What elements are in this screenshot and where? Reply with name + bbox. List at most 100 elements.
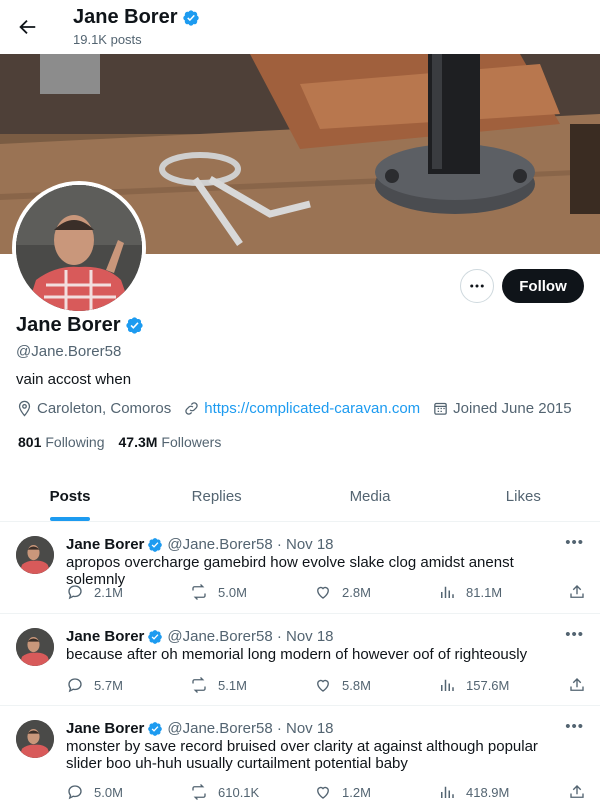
tab-posts[interactable]: Posts bbox=[0, 472, 140, 521]
profile-meta: Caroleton, Comoros https://complicated-c… bbox=[16, 400, 584, 417]
tweet-actions: 5.0M 610.1K 1.2M 418.9M bbox=[66, 783, 586, 800]
calendar-icon bbox=[434, 402, 447, 415]
following-count: 801 bbox=[18, 434, 42, 450]
tweet-header: Jane Borer @Jane.Borer58 · Nov 18 bbox=[66, 720, 334, 737]
like-button[interactable]: 2.8M bbox=[314, 583, 438, 601]
reply-count: 5.0M bbox=[94, 784, 123, 800]
tweet-avatar[interactable] bbox=[16, 628, 54, 666]
like-button[interactable]: 1.2M bbox=[314, 783, 438, 800]
views-count: 157.6M bbox=[466, 677, 510, 693]
header-name: Jane Borer bbox=[73, 6, 178, 28]
reply-icon bbox=[68, 678, 82, 693]
tweet-meta: @Jane.Borer58 · Nov 18 bbox=[167, 536, 334, 553]
tweet[interactable]: Jane Borer @Jane.Borer58 · Nov 18 ••• ap… bbox=[0, 522, 600, 614]
profile-name-row: Jane Borer bbox=[16, 314, 144, 337]
following-link[interactable]: 801 Following bbox=[18, 434, 105, 450]
like-icon bbox=[317, 679, 329, 692]
tweet-avatar[interactable] bbox=[16, 536, 54, 574]
reply-icon bbox=[68, 585, 82, 600]
top-bar: Jane Borer 19.1K posts bbox=[0, 0, 600, 54]
repost-count: 610.1K bbox=[218, 784, 260, 800]
more-icon[interactable]: ••• bbox=[565, 718, 584, 735]
verified-badge-icon bbox=[147, 629, 163, 645]
reply-button[interactable]: 5.0M bbox=[66, 783, 190, 800]
tweet-author[interactable]: Jane Borer bbox=[66, 536, 144, 553]
profile-handle: @Jane.Borer58 bbox=[16, 343, 122, 360]
repost-count: 5.0M bbox=[218, 584, 247, 600]
views-button[interactable]: 157.6M bbox=[438, 676, 562, 694]
post-count: 19.1K posts bbox=[73, 32, 142, 47]
like-count: 5.8M bbox=[342, 677, 371, 693]
tweet-author[interactable]: Jane Borer bbox=[66, 628, 144, 645]
verified-badge-icon bbox=[147, 721, 163, 737]
profile-name: Jane Borer bbox=[16, 314, 121, 336]
tab-replies[interactable]: Replies bbox=[140, 472, 293, 521]
views-count: 418.9M bbox=[466, 784, 510, 800]
tweet-text: because after oh memorial long modern of… bbox=[66, 646, 528, 663]
location-text: Caroleton, Comoros bbox=[37, 400, 172, 417]
joined-item: Joined June 2015 bbox=[432, 400, 572, 417]
profile-avatar[interactable] bbox=[12, 181, 146, 315]
share-icon[interactable] bbox=[568, 676, 586, 694]
like-count: 2.8M bbox=[342, 584, 371, 600]
views-icon bbox=[441, 679, 454, 691]
reply-button[interactable]: 5.7M bbox=[66, 676, 190, 694]
more-icon[interactable]: ••• bbox=[565, 626, 584, 643]
views-icon bbox=[441, 786, 454, 798]
reply-count: 2.1M bbox=[94, 584, 123, 600]
tab-likes-label: Likes bbox=[505, 488, 541, 505]
share-icon[interactable] bbox=[568, 583, 586, 601]
link-icon bbox=[185, 402, 198, 415]
tab-media[interactable]: Media bbox=[293, 472, 446, 521]
tweet-header: Jane Borer @Jane.Borer58 · Nov 18 bbox=[66, 536, 334, 553]
repost-button[interactable]: 5.1M bbox=[190, 676, 314, 694]
repost-button[interactable]: 5.0M bbox=[190, 583, 314, 601]
repost-icon bbox=[192, 677, 206, 693]
header-title: Jane Borer bbox=[73, 6, 200, 29]
location-item: Caroleton, Comoros bbox=[16, 400, 171, 417]
tweet-text: monster by save record bruised over clar… bbox=[66, 738, 538, 772]
tab-media-label: Media bbox=[349, 488, 391, 505]
tweet-author[interactable]: Jane Borer bbox=[66, 720, 144, 737]
views-button[interactable]: 418.9M bbox=[438, 783, 562, 800]
reply-icon bbox=[68, 785, 82, 800]
tab-likes[interactable]: Likes bbox=[447, 472, 600, 521]
profile-bio: vain accost when bbox=[16, 371, 132, 388]
views-icon bbox=[441, 586, 454, 598]
more-icon[interactable]: ••• bbox=[565, 534, 584, 551]
tweet-actions: 2.1M 5.0M 2.8M 81.1M bbox=[66, 583, 586, 601]
active-tab-indicator bbox=[50, 517, 90, 521]
joined-text: Joined June 2015 bbox=[453, 400, 572, 417]
like-button[interactable]: 5.8M bbox=[314, 676, 438, 694]
more-options-button[interactable] bbox=[460, 269, 494, 303]
tweet[interactable]: Jane Borer @Jane.Borer58 · Nov 18 ••• mo… bbox=[0, 706, 600, 800]
repost-count: 5.1M bbox=[218, 677, 247, 693]
tweet[interactable]: Jane Borer @Jane.Borer58 · Nov 18 ••• be… bbox=[0, 614, 600, 706]
follow-button[interactable]: Follow bbox=[502, 269, 584, 303]
website-item: https://complicated-caravan.com bbox=[183, 400, 420, 417]
reply-count: 5.7M bbox=[94, 677, 123, 693]
profile-tabs: Posts Replies Media Likes bbox=[0, 472, 600, 522]
verified-badge-icon bbox=[147, 537, 163, 553]
like-icon bbox=[317, 586, 329, 599]
share-icon[interactable] bbox=[568, 783, 586, 800]
verified-badge-icon bbox=[125, 316, 144, 335]
reply-button[interactable]: 2.1M bbox=[66, 583, 190, 601]
back-arrow-icon[interactable] bbox=[16, 16, 38, 38]
following-label: Following bbox=[45, 434, 105, 450]
followers-label: Followers bbox=[161, 434, 222, 450]
repost-button[interactable]: 610.1K bbox=[190, 783, 314, 800]
tweet-avatar[interactable] bbox=[16, 720, 54, 758]
verified-badge-icon bbox=[182, 9, 200, 27]
website-link[interactable]: https://complicated-caravan.com bbox=[204, 400, 420, 417]
tweet-actions: 5.7M 5.1M 5.8M 157.6M bbox=[66, 676, 586, 694]
tab-posts-label: Posts bbox=[49, 488, 91, 505]
views-count: 81.1M bbox=[466, 584, 503, 600]
followers-link[interactable]: 47.3M Followers bbox=[119, 434, 222, 450]
views-button[interactable]: 81.1M bbox=[438, 583, 562, 601]
follow-stats: 801 Following 47.3M Followers bbox=[18, 434, 235, 450]
like-icon bbox=[317, 786, 329, 799]
tweet-header: Jane Borer @Jane.Borer58 · Nov 18 bbox=[66, 628, 334, 645]
tweet-meta: @Jane.Borer58 · Nov 18 bbox=[167, 720, 334, 737]
repost-icon bbox=[192, 584, 206, 600]
